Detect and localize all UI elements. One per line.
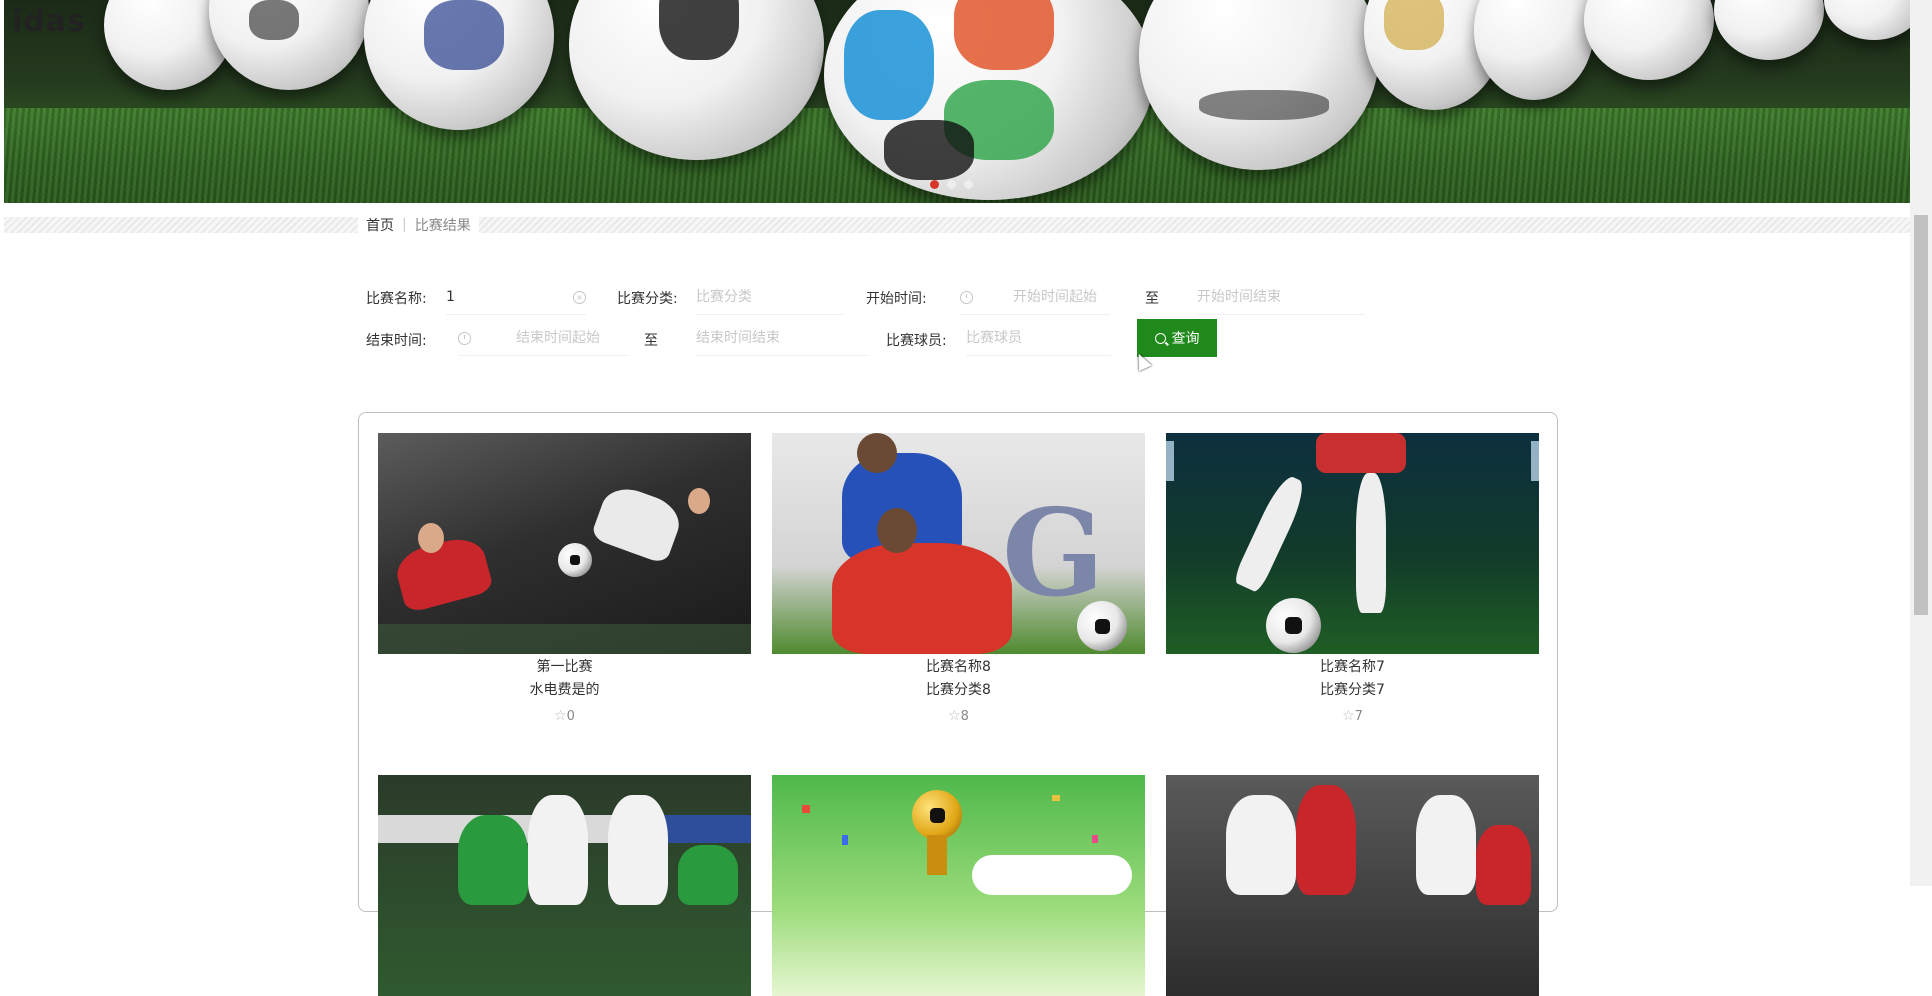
clear-icon[interactable]: × [573, 291, 586, 304]
star-icon: ☆ [948, 708, 961, 724]
star-icon: ☆ [554, 708, 567, 724]
category-input[interactable] [696, 289, 844, 305]
match-results-grid: 第一比赛 水电费是的 ☆0 G 比赛名称8 比赛分类8 ☆8 比赛名称7 比赛分… [358, 412, 1558, 996]
match-card-category: 比赛分类7 [1320, 682, 1385, 698]
favorite-count: 0 [566, 709, 575, 724]
player-input[interactable] [966, 330, 1111, 346]
banner-ball [1824, 0, 1910, 40]
match-card-category: 比赛分类8 [926, 682, 991, 698]
favorite-count: 8 [960, 709, 969, 724]
carousel-dots [930, 180, 973, 189]
player-field [966, 321, 1111, 356]
favorite-count: 7 [1354, 709, 1363, 724]
scrollbar-thumb[interactable] [1914, 215, 1928, 615]
page-scrollbar[interactable] [1910, 0, 1932, 886]
match-card-favorites: ☆7 [1166, 708, 1539, 724]
search-button-label: 查询 [1171, 331, 1200, 347]
end-to-input[interactable] [696, 330, 868, 346]
player-label: 比赛球员: [886, 333, 947, 349]
match-card-image[interactable] [378, 433, 751, 654]
match-card-name[interactable]: 比赛名称7 [1166, 656, 1539, 679]
name-input[interactable] [446, 289, 586, 305]
name-label: 比赛名称: [366, 291, 427, 307]
start-time-label: 开始时间: [866, 291, 927, 307]
breadcrumb-home[interactable]: 首页 [366, 215, 394, 235]
search-button[interactable]: 查询 [1137, 319, 1217, 357]
end-from-input[interactable] [516, 330, 628, 346]
hero-banner[interactable]: idas [4, 0, 1910, 203]
match-card[interactable]: 第一比赛 水电费是的 ☆0 [378, 433, 751, 724]
start-to-field [1197, 280, 1365, 315]
match-card-category: 水电费是的 [529, 682, 600, 698]
banner-ball [1474, 0, 1594, 100]
match-card-favorites: ☆8 [772, 708, 1145, 724]
breadcrumb-current: 比赛结果 [414, 218, 471, 234]
breadcrumb-strip [4, 217, 1910, 233]
start-to-input[interactable] [1197, 289, 1365, 305]
background-letter: G [1002, 483, 1105, 624]
end-time-label: 结束时间: [366, 333, 427, 349]
carousel-dot[interactable] [964, 180, 973, 189]
carousel-dot[interactable] [947, 180, 956, 189]
start-from-field [960, 280, 1110, 315]
range-to: 至 [644, 333, 658, 349]
carousel-dot[interactable] [930, 180, 939, 189]
match-card[interactable]: 比赛名称7 比赛分类7 ☆7 [1166, 433, 1539, 724]
banner-logo-text: idas [12, 4, 86, 39]
match-card-name[interactable]: 比赛名称8 [772, 656, 1145, 679]
name-field: × [446, 280, 586, 315]
category-label: 比赛分类: [617, 291, 678, 307]
banner-ball [1584, 0, 1714, 80]
search-icon [1154, 332, 1166, 344]
category-field [696, 280, 844, 315]
banner-ball [209, 0, 369, 90]
match-card-image[interactable] [1166, 433, 1539, 654]
match-card-image[interactable]: G [772, 433, 1145, 654]
match-card-name[interactable]: 第一比赛 [378, 656, 751, 679]
clock-icon [458, 331, 471, 345]
breadcrumb-separator: | [402, 217, 407, 233]
match-card-favorites: ☆0 [378, 708, 751, 724]
banner-ball [1714, 0, 1824, 60]
end-from-field [458, 321, 628, 356]
start-from-input[interactable] [1013, 289, 1110, 305]
clock-icon [960, 290, 973, 304]
range-to: 至 [1145, 291, 1159, 307]
breadcrumb: 首页 | 比赛结果 [358, 212, 479, 238]
end-to-field [696, 321, 868, 356]
match-card[interactable]: G 比赛名称8 比赛分类8 ☆8 [772, 433, 1145, 724]
star-icon: ☆ [1342, 708, 1355, 724]
